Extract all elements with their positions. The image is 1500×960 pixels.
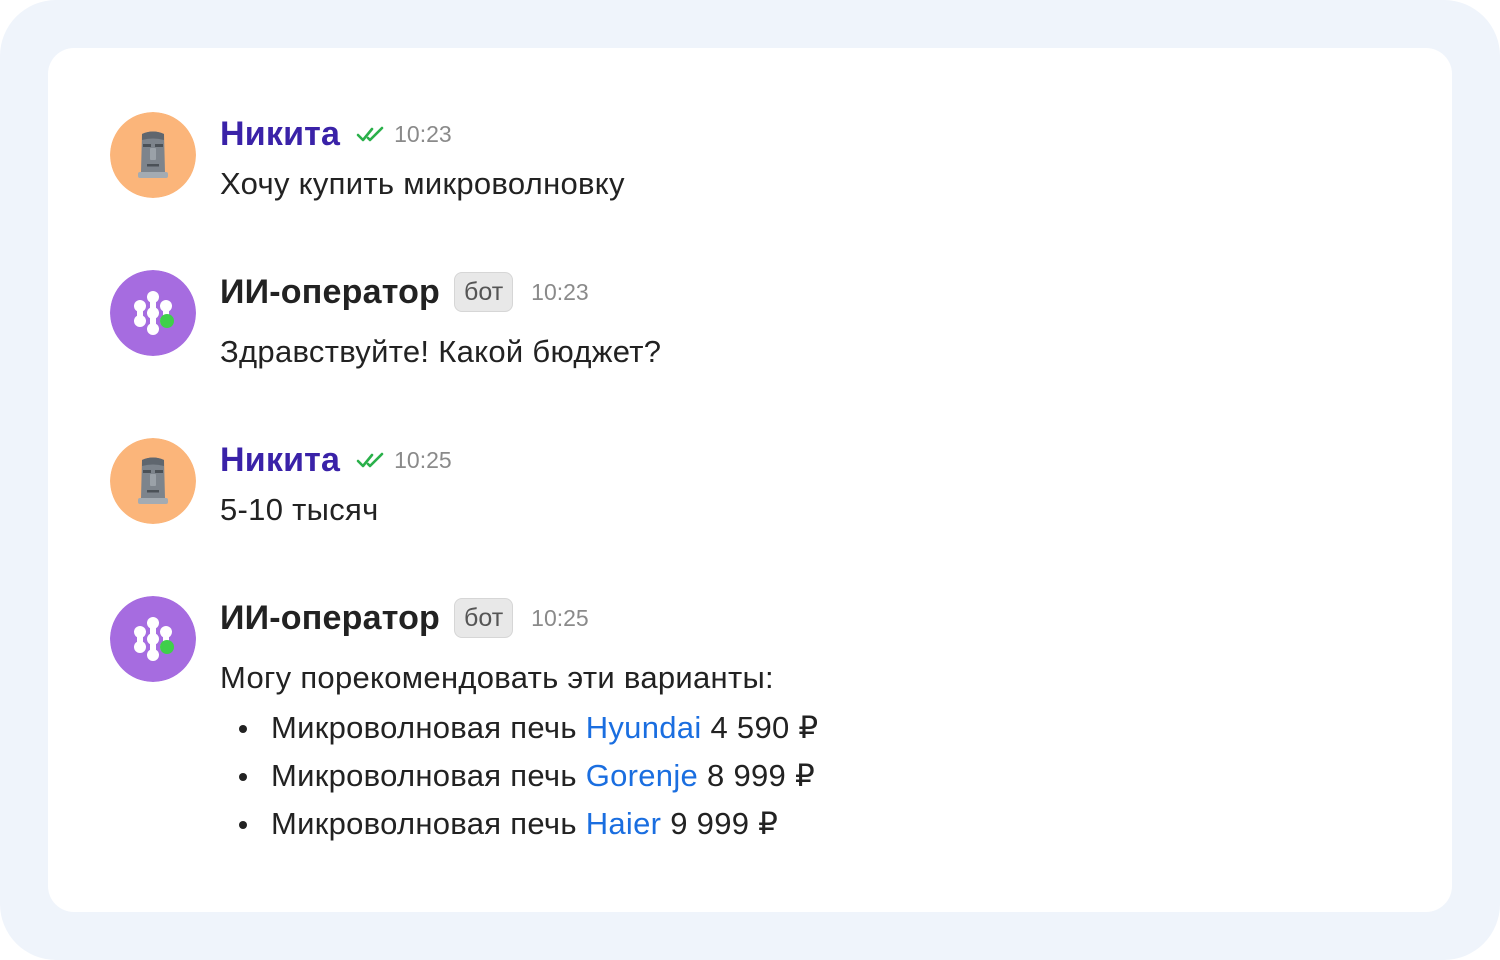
message-text: Хочу купить микроволновку bbox=[220, 166, 625, 201]
user-avatar[interactable] bbox=[110, 112, 196, 198]
bot-badge: бот bbox=[454, 272, 514, 312]
message-header: Никита 10:25 bbox=[220, 438, 452, 482]
message-time: 10:23 bbox=[394, 120, 452, 147]
bullet-icon bbox=[239, 773, 247, 781]
author-name[interactable]: ИИ-оператор bbox=[220, 599, 440, 638]
message-time: 10:25 bbox=[394, 446, 452, 473]
product-link-hyundai[interactable]: Hyundai bbox=[586, 710, 702, 745]
user-avatar[interactable] bbox=[110, 438, 196, 524]
message-text: Могу порекомендовать эти варианты: bbox=[220, 660, 774, 695]
item-price: 8 999 ₽ bbox=[698, 758, 816, 793]
product-link-gorenje[interactable]: Gorenje bbox=[586, 758, 698, 793]
list-item: Микроволновая печь Gorenje 8 999 ₽ bbox=[220, 752, 818, 800]
list-item: Микроволновая печь Haier 9 999 ₽ bbox=[220, 800, 818, 848]
message-header: Никита 10:23 bbox=[220, 112, 452, 156]
bot-badge: бот bbox=[454, 598, 514, 638]
item-prefix: Микроволновая печь bbox=[271, 758, 586, 793]
message-header: ИИ-оператор бот 10:25 bbox=[220, 596, 589, 640]
online-dot-icon bbox=[160, 314, 174, 328]
product-link-haier[interactable]: Haier bbox=[586, 806, 662, 841]
item-prefix: Микроволновая печь bbox=[271, 806, 586, 841]
item-price: 9 999 ₽ bbox=[661, 806, 779, 841]
list-item: Микроволновая печь Hyundai 4 590 ₽ bbox=[220, 704, 818, 752]
bot-logo-icon bbox=[110, 270, 196, 356]
author-name[interactable]: ИИ-оператор bbox=[220, 273, 440, 312]
double-check-icon bbox=[356, 126, 384, 142]
message-text: Здравствуйте! Какой бюджет? bbox=[220, 334, 662, 369]
outer-frame: Никита 10:23 Хочу купить микроволновку И… bbox=[0, 0, 1500, 960]
item-price: 4 590 ₽ bbox=[701, 710, 819, 745]
message-time: 10:23 bbox=[531, 278, 589, 305]
moai-icon bbox=[110, 438, 196, 524]
message-header: ИИ-оператор бот 10:23 bbox=[220, 270, 589, 314]
bot-logo-icon bbox=[110, 596, 196, 682]
message-time: 10:25 bbox=[531, 604, 589, 631]
moai-icon bbox=[110, 112, 196, 198]
author-name[interactable]: Никита bbox=[220, 115, 340, 154]
bot-avatar[interactable] bbox=[110, 270, 196, 356]
bullet-icon bbox=[239, 821, 247, 829]
double-check-icon bbox=[356, 452, 384, 468]
bot-avatar[interactable] bbox=[110, 596, 196, 682]
item-prefix: Микроволновая печь bbox=[271, 710, 586, 745]
chat-card: Никита 10:23 Хочу купить микроволновку И… bbox=[48, 48, 1452, 912]
recommendation-list: Микроволновая печь Hyundai 4 590 ₽ Микро… bbox=[220, 704, 818, 848]
author-name[interactable]: Никита bbox=[220, 441, 340, 480]
message-text: 5-10 тысяч bbox=[220, 492, 379, 527]
online-dot-icon bbox=[160, 640, 174, 654]
bullet-icon bbox=[239, 725, 247, 733]
